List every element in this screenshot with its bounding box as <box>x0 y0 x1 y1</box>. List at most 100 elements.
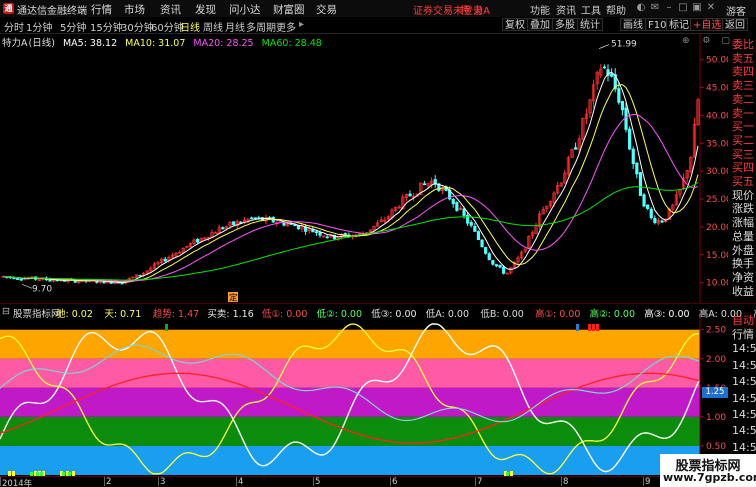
skin-icon[interactable]: ◐ <box>636 3 646 13</box>
period-daily[interactable]: 日线 <box>180 19 200 34</box>
period-weekly[interactable]: 周线 <box>203 19 223 34</box>
candle-body <box>469 222 473 226</box>
sell-signal-red <box>592 324 595 331</box>
candle-body <box>293 224 297 227</box>
candle-body <box>138 274 142 277</box>
period-30min[interactable]: 30分钟 <box>121 19 154 34</box>
indicator-menu-icon[interactable]: ⊟ <box>2 306 10 317</box>
menu-wenxiaoda[interactable]: 问小达 <box>229 2 261 17</box>
candle-body <box>638 172 643 196</box>
period-more-arrow-icon[interactable]: ▸ <box>299 19 304 30</box>
date-label: 2 <box>106 477 112 487</box>
candle-body <box>163 258 167 262</box>
candlestick-chart[interactable]: 50.00 45.00 40.00 35.00 30.00 25.00 20.00 15.00… <box>0 33 728 303</box>
ma20-line <box>3 114 699 282</box>
candle-body <box>221 227 225 230</box>
date-tick: | <box>157 477 160 487</box>
period-1min[interactable]: 1分钟 <box>26 19 52 34</box>
date-axis: 2014年 | 2 | 3 | 4 | 5 | 6 | 7 | 8 | 9 | <box>0 476 728 487</box>
date-tick: | <box>642 477 645 487</box>
current-symbol: 特 力A <box>460 6 491 17</box>
price-label: 30.00 <box>706 167 728 177</box>
candle-body <box>476 231 481 241</box>
menu-faxian[interactable]: 发现 <box>195 2 216 17</box>
candle-body <box>624 107 628 130</box>
date-label: 4 <box>238 477 244 487</box>
indicator-axis-label: 0.50 <box>706 442 726 452</box>
message-icon[interactable]: ✉ <box>650 3 660 13</box>
tool-diejia[interactable]: 叠加 <box>527 18 553 31</box>
tick-item: 14:56 <box>732 391 756 405</box>
price-label: 45.00 <box>706 84 728 94</box>
candle-body <box>120 282 124 285</box>
menu-jiaoyi[interactable]: 交易 <box>316 2 337 17</box>
tool-back[interactable]: 返回 <box>722 18 748 31</box>
candle-body <box>502 266 506 274</box>
watermark-logo: 股票指标网 www.7gpzb.com <box>660 454 756 487</box>
user-label[interactable]: 游客 <box>726 3 746 18</box>
indicator-band <box>0 445 700 475</box>
candle-body <box>649 208 653 219</box>
menu-shichang[interactable]: 市场 <box>124 2 145 17</box>
restore-icon[interactable]: ▣ <box>692 3 702 13</box>
price-label: 35.00 <box>706 139 728 149</box>
indicator-band <box>0 329 700 359</box>
price-label: 10.00 <box>706 279 728 289</box>
tool-fuquan[interactable]: 复权 <box>502 18 528 31</box>
menu-zixun[interactable]: 资讯 <box>160 2 181 17</box>
maximize-icon[interactable]: □ <box>678 3 688 13</box>
price-label: 25.00 <box>706 195 728 205</box>
period-more[interactable]: 更多 <box>276 19 296 34</box>
tool-add-favorite[interactable]: +自选 <box>690 18 725 31</box>
menu-zixun-right[interactable]: 资讯 <box>556 2 576 17</box>
tool-biaoji[interactable]: 标记 <box>666 18 692 31</box>
candle-body <box>16 278 20 280</box>
candle-body <box>408 193 412 197</box>
price-label: 40.00 <box>706 111 728 121</box>
menu-gongju[interactable]: 工具 <box>581 2 601 17</box>
quote-sidebar: 委比 卖五 卖四 卖三 卖二 卖一 买一 买二 买三 买四 买五 现价 涨跌 涨幅 总量 外盘 换手 净资 收益 <box>730 33 756 303</box>
date-tick: | <box>474 477 477 487</box>
tick-item: 14:56 <box>732 424 756 438</box>
period-60min[interactable]: 60分钟 <box>151 19 184 34</box>
period-monthly[interactable]: 月线 <box>225 19 245 34</box>
close-icon[interactable]: ✕ <box>706 3 716 13</box>
low-pointer <box>21 283 33 289</box>
menu-hangqing[interactable]: 行情 <box>91 2 112 17</box>
price-label: 50.00 <box>706 56 728 66</box>
date-tick: | <box>103 477 106 487</box>
indicator-chart[interactable]: 2.502.001.501.000.50 <box>0 318 728 478</box>
zoom-in-icon[interactable]: ⊕ <box>682 36 690 46</box>
period-15min[interactable]: 15分钟 <box>90 19 123 34</box>
menu-gongneng[interactable]: 功能 <box>530 2 550 17</box>
tick-item: 14:56 <box>732 375 756 389</box>
ma5-value: MA5: 38.12 <box>62 38 118 49</box>
minimize-icon[interactable]: – <box>664 3 674 13</box>
chart-corner-tools: ⊕ ⚙ ▢ <box>682 36 730 46</box>
candle-body <box>484 247 488 254</box>
indicator-axis-label: 2.00 <box>706 355 726 365</box>
candle-body <box>617 88 621 103</box>
menu-caifuquan[interactable]: 财富圈 <box>273 2 305 17</box>
price-label: 20.00 <box>706 223 728 233</box>
candle-body <box>494 264 499 267</box>
tick-item: 行情 <box>732 328 754 341</box>
candle-body <box>653 217 657 223</box>
period-multi[interactable]: 多周期 <box>246 19 276 34</box>
tool-huaxian[interactable]: 画线 <box>620 18 646 31</box>
indicator-band <box>0 358 700 388</box>
settings-icon[interactable]: ⚙ <box>702 36 710 46</box>
period-5min[interactable]: 5分钟 <box>60 19 86 34</box>
date-label: 6 <box>392 477 398 487</box>
chart-period: (日线) <box>28 38 55 49</box>
watermark-url: www.7gpzb.com <box>663 471 756 484</box>
tool-tongji[interactable]: 统计 <box>577 18 603 31</box>
sell-signal-blue <box>576 324 579 331</box>
menu-bangzhu[interactable]: 帮助 <box>606 2 626 17</box>
date-tick: | <box>389 477 392 487</box>
period-fenshi[interactable]: 分时 <box>4 19 24 34</box>
app-title: 通达信金融终端 <box>17 6 87 17</box>
tick-item: 14:56 <box>732 440 756 454</box>
tool-duogu[interactable]: 多股 <box>552 18 578 31</box>
expand-icon[interactable]: ▢ <box>721 36 730 46</box>
